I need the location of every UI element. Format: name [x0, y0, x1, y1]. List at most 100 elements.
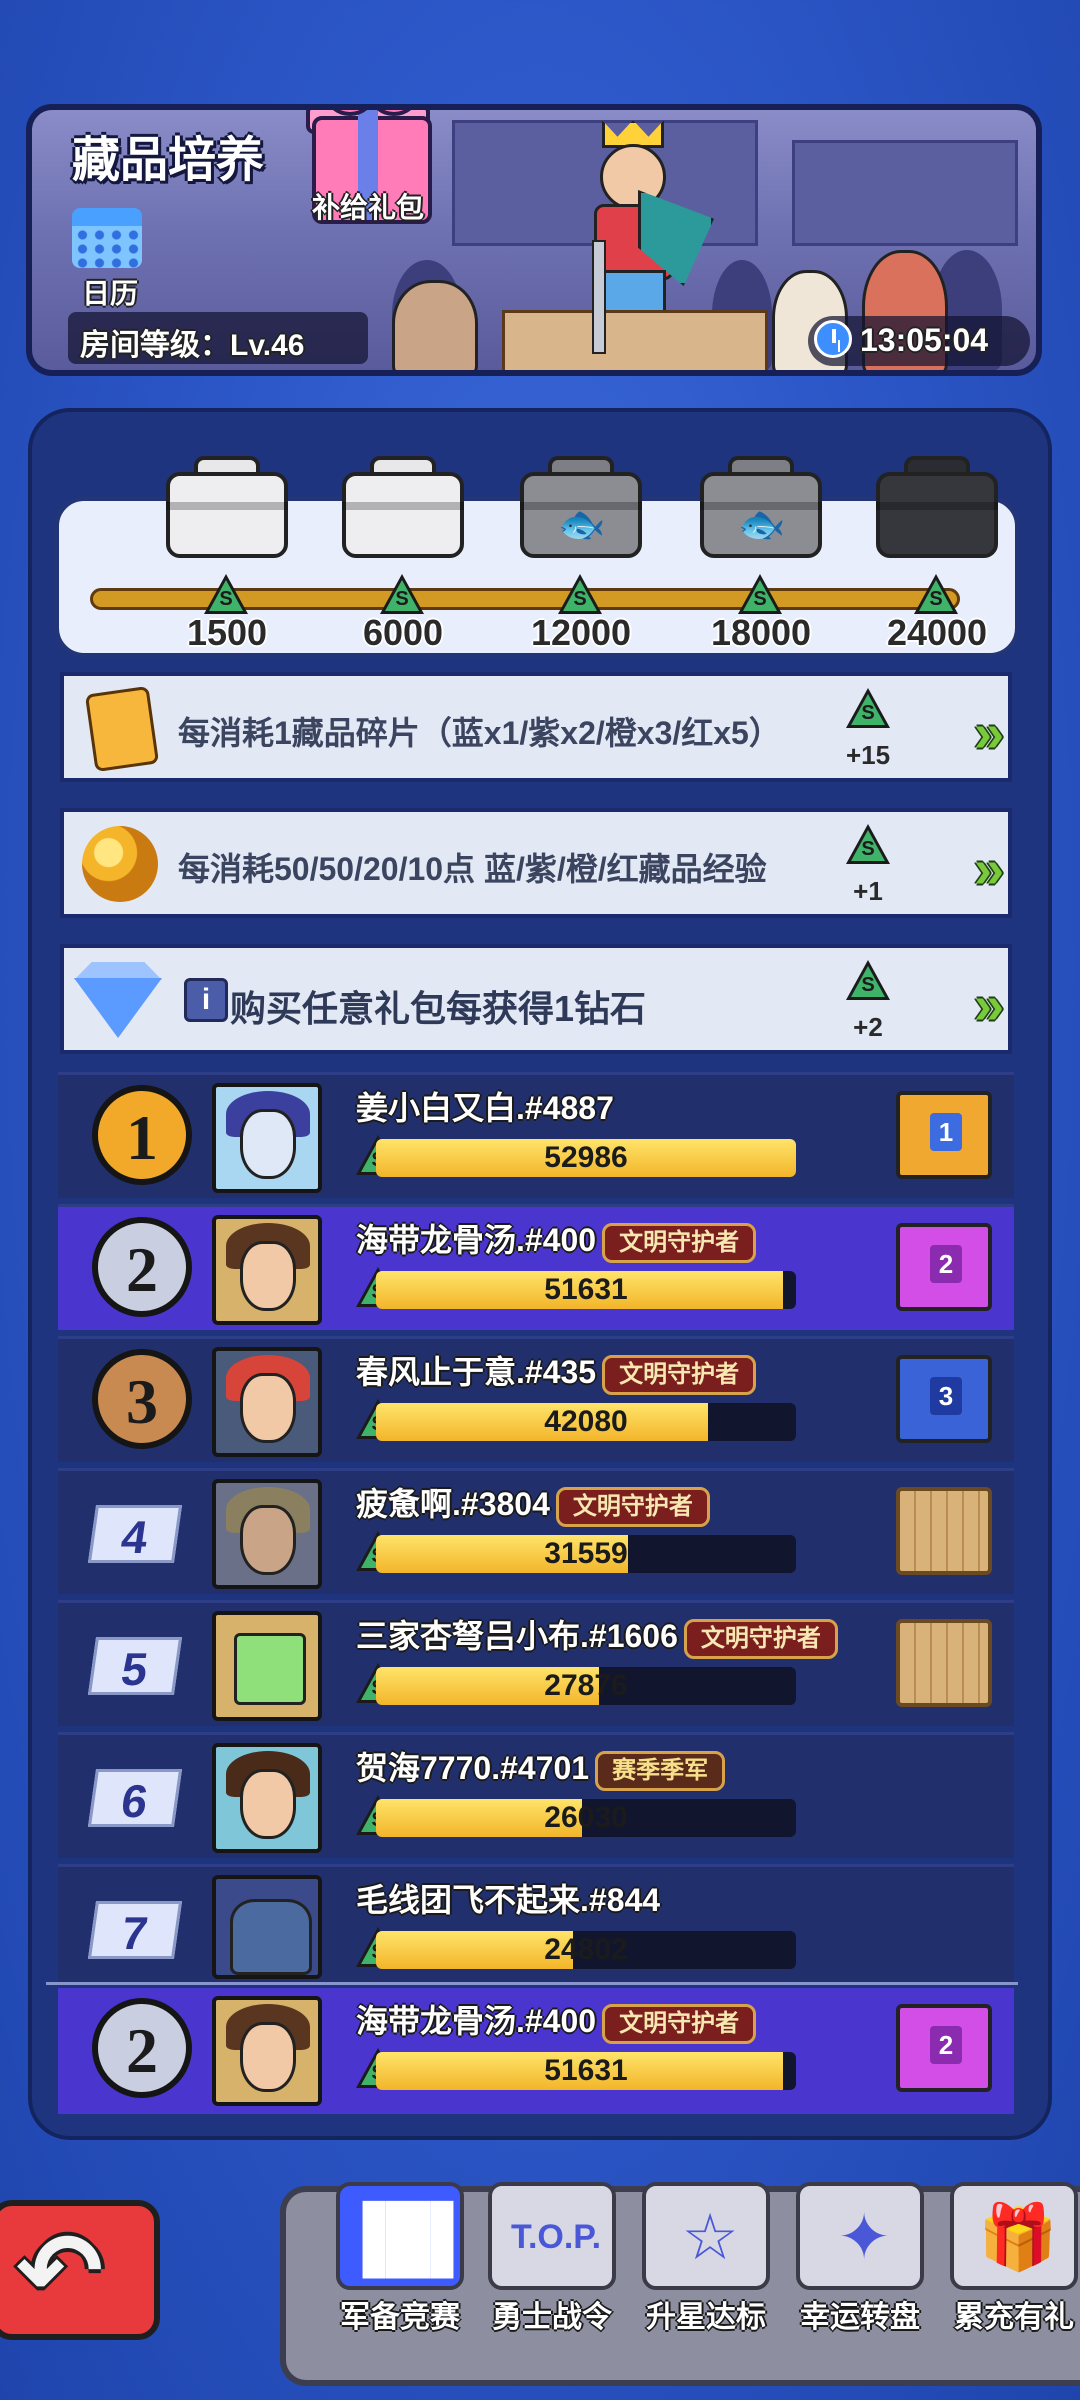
reward-crate-wood[interactable] [896, 1619, 992, 1707]
task-reward: +1 [853, 876, 883, 906]
nav-label: 升星达标 [646, 2301, 766, 2334]
calendar-icon [72, 208, 142, 226]
leaderboard-row[interactable]: 1 姜小白又白.#4887 S 52986 1 [58, 1072, 1014, 1198]
gold-medal-icon: 1 [92, 1085, 192, 1185]
reward-crate-wood[interactable] [896, 1487, 992, 1575]
s-token-icon: S [204, 574, 248, 616]
task-text: 购买任意礼包每获得1钻石 [230, 988, 647, 1029]
avatar [212, 1215, 322, 1325]
nav-star-upgrade[interactable]: ☆ 升星达标 [640, 2180, 772, 2334]
avatar [212, 1875, 322, 1979]
s-token-icon: S [846, 688, 890, 730]
player-name: 海带龙骨汤.#400 文明守护者 [356, 1996, 757, 2044]
clock-icon [814, 320, 852, 358]
nav-lucky-wheel[interactable]: ✦ 幸运转盘 [794, 2180, 926, 2334]
gift-icon: 🎁 [978, 2201, 1058, 2273]
avatar [212, 1611, 322, 1721]
player-name: 毛线团飞不起来.#844 [356, 1882, 661, 1918]
player-name: 春风止于意.#435 文明守护者 [356, 1347, 757, 1395]
milestone-value: 1500 [186, 612, 268, 653]
nav-label: 军备竞赛 [340, 2301, 460, 2334]
nav-recharge-gift[interactable]: 🎁 累充有礼 [948, 2180, 1080, 2334]
star-icon: ☆ [681, 2201, 739, 2273]
leaderboard-row[interactable]: 6 贺海7770.#4701赛季季军 S 26030 [58, 1732, 1014, 1858]
milestone-chest-4[interactable]: 🐟 [696, 456, 826, 560]
double-chevron-right-icon[interactable]: » [974, 706, 1004, 760]
supply-gift-button[interactable]: 补给礼包 [306, 110, 432, 230]
double-chevron-right-icon[interactable]: » [974, 842, 1004, 896]
fish-icon: 🐟 [738, 504, 786, 546]
title-badge: 文明守护者 [602, 2003, 757, 2044]
milestone-value: 18000 [710, 612, 812, 653]
title-badge: 文明守护者 [602, 1354, 757, 1395]
back-arrow-icon: ↶ [16, 2214, 104, 2330]
leaderboard-row[interactable]: 4 疲惫啊.#3804文明守护者 S 31559 [58, 1468, 1014, 1594]
nav-label: 累充有礼 [954, 2301, 1074, 2334]
milestone-chest-1[interactable] [162, 456, 292, 560]
timer-text: 13:05:04 [860, 322, 989, 358]
score-bar: 51631 [376, 2052, 796, 2090]
leaderboard-row[interactable]: 2 海带龙骨汤.#400文明守护者 S 51631 2 [58, 1204, 1014, 1330]
milestone-chest-2[interactable] [338, 456, 468, 560]
avatar [212, 1083, 322, 1193]
milestone-value: 12000 [530, 612, 632, 653]
milestone-chest-5[interactable] [872, 456, 1002, 560]
bearded-man [392, 280, 478, 370]
nav-arms-race[interactable]: ▐█▌ 军备竞赛 [334, 2180, 477, 2334]
event-banner: 藏品培养 补给礼包 日历 房间等级：Lv.46 13:05:04 [26, 104, 1042, 376]
fish-icon: 🐟 [558, 504, 606, 546]
wooden-stage [502, 310, 768, 370]
task-reward: +15 [845, 740, 891, 770]
title-badge: 文明守护者 [683, 1618, 838, 1659]
player-name: 海带龙骨汤.#400 文明守护者 [356, 1215, 757, 1263]
score-value: 42080 [544, 1405, 628, 1438]
info-icon[interactable]: i [184, 978, 228, 1022]
nav-label: 幸运转盘 [800, 2301, 920, 2334]
reward-crate-purple[interactable]: 2 [896, 2004, 992, 2092]
milestone-chest-3[interactable]: 🐟 [516, 456, 646, 560]
diamond-icon [74, 978, 162, 1038]
fragment-icon [84, 685, 160, 773]
reward-crate-blue[interactable]: 3 [896, 1355, 992, 1443]
lucky-box-icon: ✦ [837, 2201, 891, 2273]
page-title: 藏品培养 [72, 134, 265, 187]
building-silhouette [792, 140, 1018, 246]
room-level: 房间等级：Lv.46 [68, 312, 368, 364]
bronze-medal-icon: 3 [92, 1349, 192, 1449]
leaderboard-row[interactable]: 7 毛线团飞不起来.#844 S 24802 [58, 1864, 1014, 1982]
s-token-icon: S [914, 574, 958, 616]
leaderboard-row[interactable]: 5 三家杏弩吕小布.#1606文明守护者 S 27876 [58, 1600, 1014, 1726]
score-bar: 24802 [376, 1931, 796, 1969]
nav-warrior-pass[interactable]: T.O.P. 勇士战令 [486, 2180, 618, 2334]
reward-crate-gold[interactable]: 1 [896, 1091, 992, 1179]
task-reward: +2 [853, 1012, 883, 1042]
s-token-icon: S [846, 960, 890, 1002]
score-value: 51631 [544, 1273, 628, 1306]
reward-crate-purple[interactable]: 2 [896, 1223, 992, 1311]
player-name: 姜小白又白.#4887 [356, 1090, 614, 1126]
rank-number: 4 [87, 1505, 183, 1563]
task-row-diamond: i 购买任意礼包每获得1钻石 S +2 » [60, 944, 1012, 1054]
title-badge: 赛季季军 [595, 1750, 726, 1791]
rank-number: 5 [87, 1637, 183, 1695]
calendar-label: 日历 [81, 278, 138, 309]
my-rank-row[interactable]: 2 海带龙骨汤.#400文明守护者 S 51631 2 [58, 1988, 1014, 2114]
rank-number: 6 [87, 1769, 183, 1827]
score-value: 51631 [544, 2054, 628, 2087]
bar-chart-icon: ▐█▌ [340, 2201, 477, 2273]
honeycomb-icon [82, 826, 158, 902]
back-button[interactable]: ↶ [0, 2200, 160, 2340]
avatar [212, 1996, 322, 2106]
double-chevron-right-icon[interactable]: » [974, 978, 1004, 1032]
calendar-button[interactable]: 日历 [72, 202, 142, 309]
player-name: 贺海7770.#4701 赛季季军 [356, 1743, 726, 1791]
milestone-value: 6000 [362, 612, 444, 653]
rank-number: 7 [87, 1901, 183, 1959]
avatar [212, 1347, 322, 1457]
divider [46, 1982, 1018, 1985]
leaderboard-row[interactable]: 3 春风止于意.#435文明守护者 S 42080 3 [58, 1336, 1014, 1462]
task-text: 每消耗1藏品碎片（蓝x1/紫x2/橙x3/红x5） [178, 715, 781, 751]
score-value: 52986 [544, 1141, 628, 1174]
score-bar: 27876 [376, 1667, 796, 1705]
score-value: 26030 [544, 1801, 628, 1834]
